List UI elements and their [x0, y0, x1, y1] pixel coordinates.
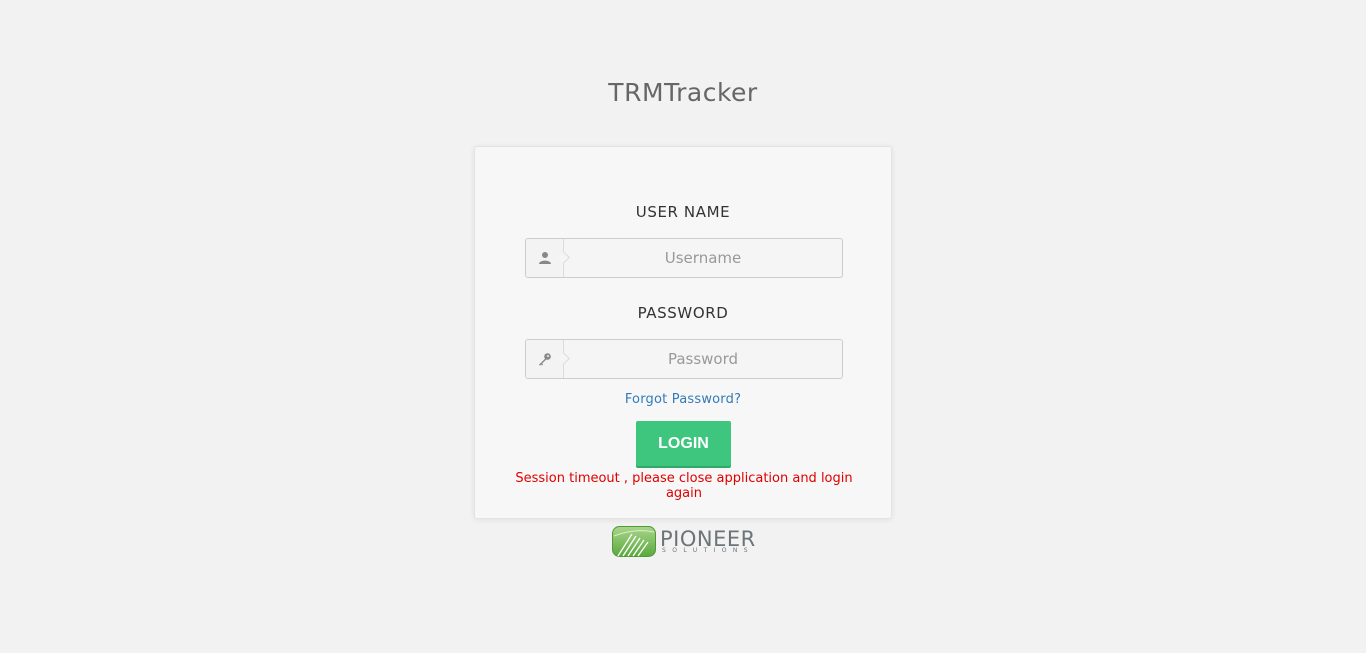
app-title: TRMTracker [608, 78, 758, 107]
session-timeout-error: Session timeout , please close applicati… [515, 471, 853, 501]
pioneer-logo-icon [612, 526, 656, 562]
password-input[interactable] [564, 340, 842, 378]
user-icon [526, 239, 564, 277]
pioneer-brand: PIONEER SOLUTIONS [612, 526, 772, 558]
username-input-group [525, 238, 843, 278]
login-button[interactable]: LOGIN [636, 421, 731, 466]
password-input-group [525, 339, 843, 379]
login-card: USER NAME PASSWORD Forgot Password? LOGI… [474, 146, 892, 519]
username-label: USER NAME [635, 203, 731, 221]
forgot-password-link[interactable]: Forgot Password? [475, 392, 891, 407]
key-icon [526, 340, 564, 378]
password-label: PASSWORD [637, 304, 729, 322]
username-input[interactable] [564, 239, 842, 277]
brand-subtitle: SOLUTIONS [662, 547, 755, 554]
